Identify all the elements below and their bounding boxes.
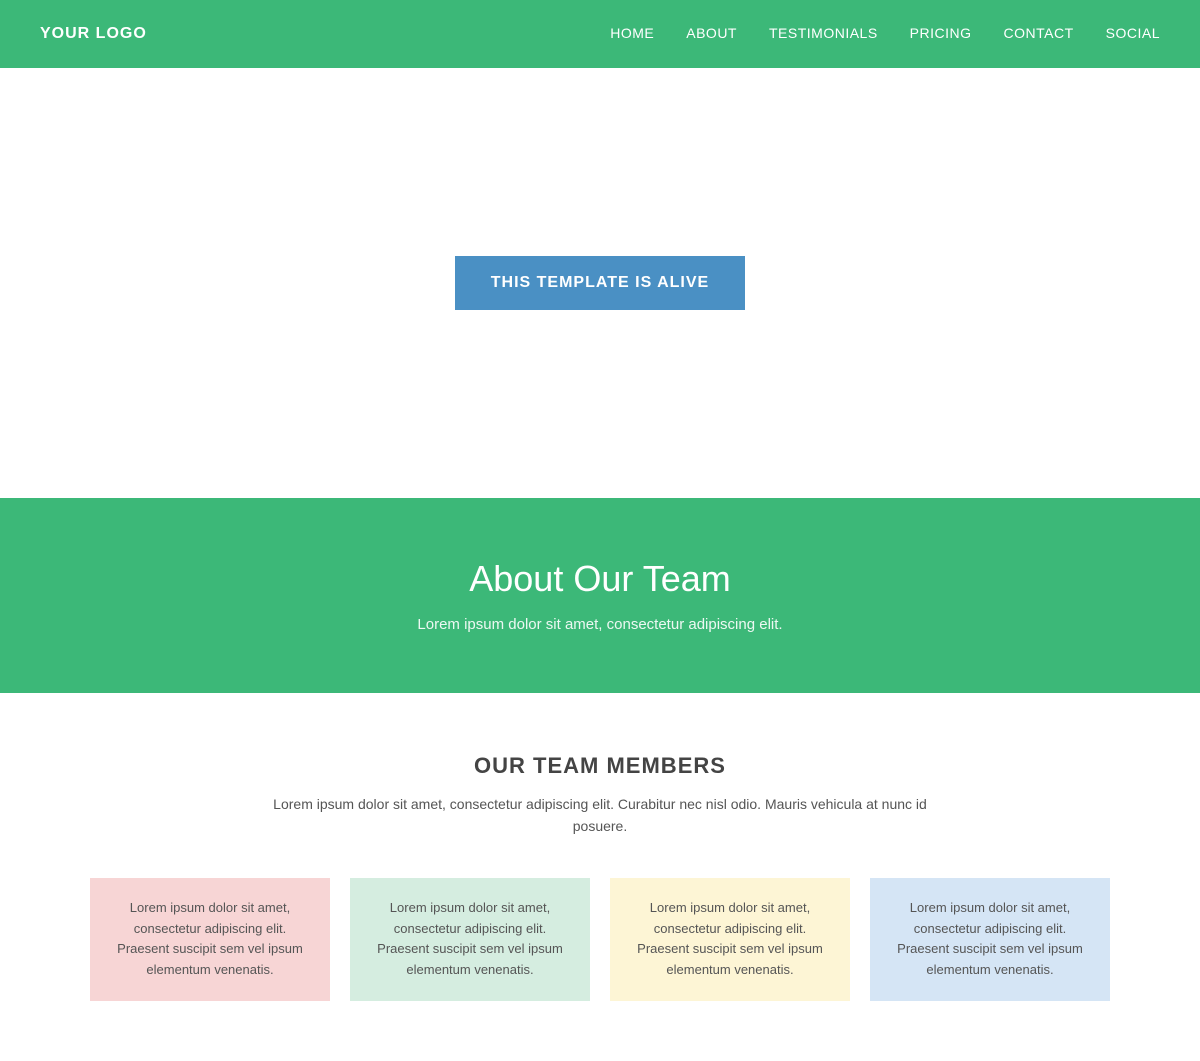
nav-link-about[interactable]: ABOUT (686, 25, 737, 41)
navbar: YOUR LOGO HOME ABOUT TESTIMONIALS PRICIN… (0, 0, 1200, 68)
hero-button[interactable]: THIS TEMPLATE IS ALIVE (455, 256, 745, 310)
nav-link-home[interactable]: HOME (610, 25, 654, 41)
nav-links: HOME ABOUT TESTIMONIALS PRICING CONTACT … (610, 25, 1160, 43)
team-card-1-text: Lorem ipsum dolor sit amet, consectetur … (110, 898, 310, 981)
team-card-4-text: Lorem ipsum dolor sit amet, consectetur … (890, 898, 1090, 981)
nav-item-home[interactable]: HOME (610, 25, 654, 43)
team-section: OUR TEAM MEMBERS Lorem ipsum dolor sit a… (0, 693, 1200, 1061)
nav-item-contact[interactable]: CONTACT (1004, 25, 1074, 43)
about-section: About Our Team Lorem ipsum dolor sit ame… (0, 498, 1200, 693)
nav-item-social[interactable]: SOCIAL (1106, 25, 1160, 43)
team-card-2: Lorem ipsum dolor sit amet, consectetur … (350, 878, 590, 1001)
nav-item-pricing[interactable]: PRICING (910, 25, 972, 43)
nav-link-testimonials[interactable]: TESTIMONIALS (769, 25, 878, 41)
nav-item-testimonials[interactable]: TESTIMONIALS (769, 25, 878, 43)
team-card-3-text: Lorem ipsum dolor sit amet, consectetur … (630, 898, 830, 981)
team-card-4: Lorem ipsum dolor sit amet, consectetur … (870, 878, 1110, 1001)
team-card-3: Lorem ipsum dolor sit amet, consectetur … (610, 878, 850, 1001)
team-card-2-text: Lorem ipsum dolor sit amet, consectetur … (370, 898, 570, 981)
team-card-1: Lorem ipsum dolor sit amet, consectetur … (90, 878, 330, 1001)
team-description: Lorem ipsum dolor sit amet, consectetur … (260, 793, 940, 838)
nav-link-social[interactable]: SOCIAL (1106, 25, 1160, 41)
team-heading: OUR TEAM MEMBERS (40, 753, 1160, 779)
nav-link-contact[interactable]: CONTACT (1004, 25, 1074, 41)
nav-logo: YOUR LOGO (40, 25, 147, 43)
nav-link-pricing[interactable]: PRICING (910, 25, 972, 41)
team-cards-container: Lorem ipsum dolor sit amet, consectetur … (40, 878, 1160, 1001)
about-subtitle: Lorem ipsum dolor sit amet, consectetur … (40, 616, 1160, 633)
about-title: About Our Team (40, 558, 1160, 600)
hero-section: THIS TEMPLATE IS ALIVE (0, 68, 1200, 498)
nav-item-about[interactable]: ABOUT (686, 25, 737, 43)
